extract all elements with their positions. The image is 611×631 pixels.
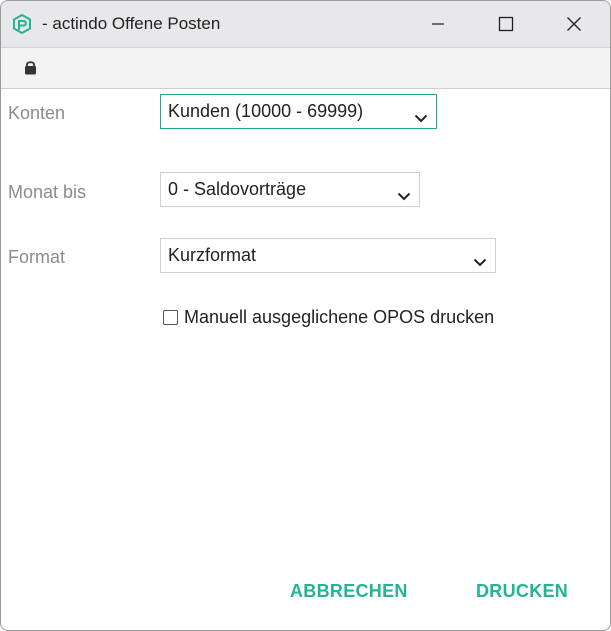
maximize-icon [498, 16, 514, 32]
monat-bis-value: 0 - Saldovorträge [168, 179, 307, 199]
manual-opos-checkbox[interactable] [163, 310, 178, 325]
title-bar: - actindo Offene Posten [1, 1, 610, 47]
format-select[interactable]: Kurzformat [160, 238, 496, 273]
format-value: Kurzformat [168, 245, 257, 265]
close-icon [567, 17, 581, 31]
cancel-button[interactable]: ABBRECHEN [290, 581, 408, 602]
konten-label: Konten [8, 103, 66, 123]
close-button[interactable] [540, 1, 608, 47]
address-bar [1, 47, 610, 89]
manual-opos-option[interactable]: Manuell ausgeglichene OPOS drucken [163, 307, 494, 328]
window-title: - actindo Offene Posten [42, 14, 221, 33]
maximize-button[interactable] [472, 1, 540, 47]
manual-opos-label[interactable]: Manuell ausgeglichene OPOS drucken [184, 307, 494, 328]
minimize-button[interactable] [404, 1, 472, 47]
print-button[interactable]: DRUCKEN [476, 581, 568, 602]
lock-icon [24, 60, 37, 80]
chevron-down-icon [397, 185, 411, 206]
konten-value: Kunden (10000 - 69999) [168, 101, 364, 121]
format-label: Format [8, 247, 66, 267]
dialog-window: - actindo Offene Posten Konten Kunden (1… [0, 0, 611, 631]
actindo-logo-icon [11, 13, 33, 35]
minimize-icon [432, 23, 444, 25]
monat-bis-label: Monat bis [8, 182, 87, 202]
konten-select[interactable]: Kunden (10000 - 69999) [160, 94, 437, 129]
monat-bis-select[interactable]: 0 - Saldovorträge [160, 172, 420, 207]
chevron-down-icon [414, 107, 428, 128]
chevron-down-icon [473, 251, 487, 272]
